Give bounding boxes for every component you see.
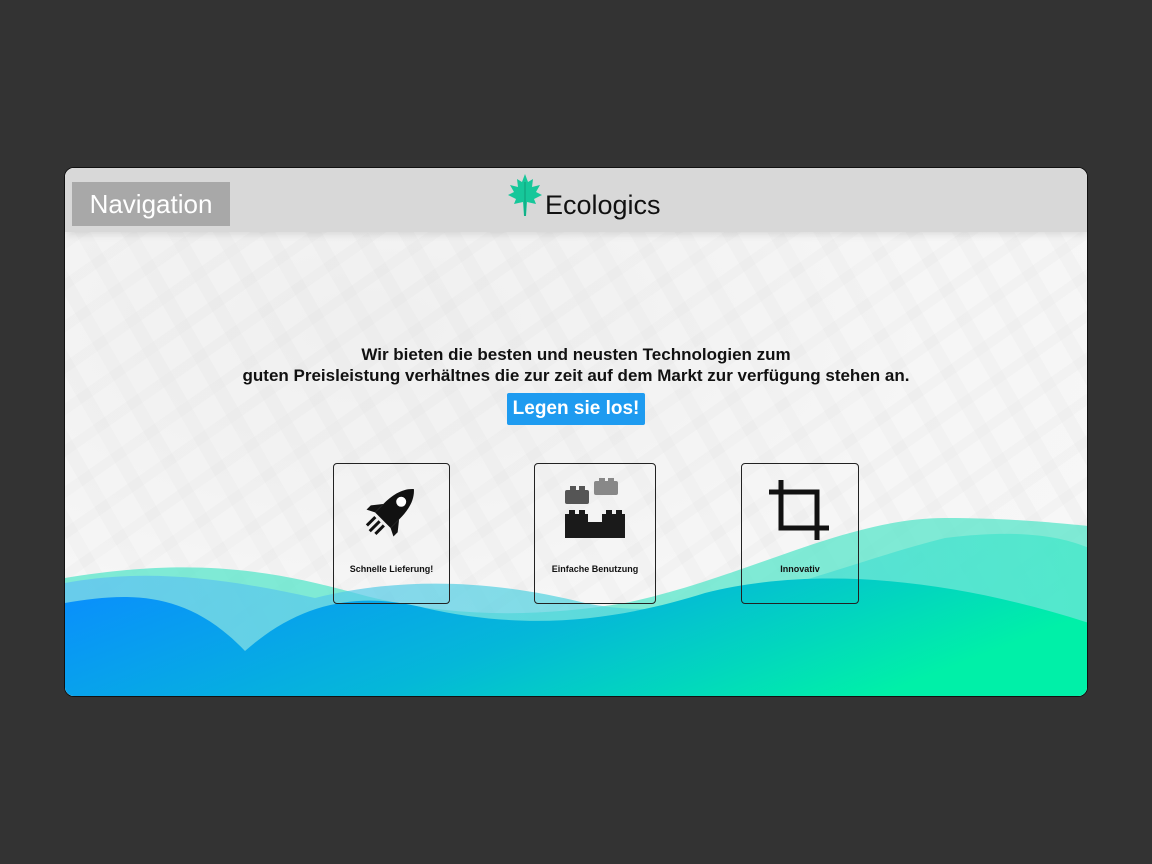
hero-text-line-1: Wir bieten die besten und neusten Techno… [361, 345, 791, 364]
feature-label: Einfache Benutzung [551, 564, 639, 574]
get-started-button[interactable]: Legen sie los! [506, 393, 646, 425]
brand-name: Ecologics [545, 190, 661, 220]
maple-leaf-icon [508, 174, 542, 216]
hero-text-line-2: guten Preisleistung verhältnes die zur z… [242, 366, 910, 385]
feature-card-usability[interactable]: Einfache Benutzung [534, 463, 656, 604]
feature-card-innovation[interactable]: Innovativ [741, 463, 859, 604]
feature-label: Innovativ [780, 564, 820, 574]
blocks-icon [565, 478, 625, 538]
navigation-button[interactable]: Navigation [72, 182, 230, 226]
app-window: Navigation Ecologics Wir bieten die best… [64, 167, 1088, 697]
rocket-icon [365, 489, 414, 537]
feature-label: Schnelle Lieferung! [349, 564, 434, 574]
top-bar: Navigation Ecologics [65, 168, 1087, 232]
hero-section: Wir bieten die besten und neusten Techno… [65, 344, 1087, 425]
crop-icon [769, 480, 829, 540]
feature-card-delivery[interactable]: Schnelle Lieferung! [333, 463, 450, 604]
